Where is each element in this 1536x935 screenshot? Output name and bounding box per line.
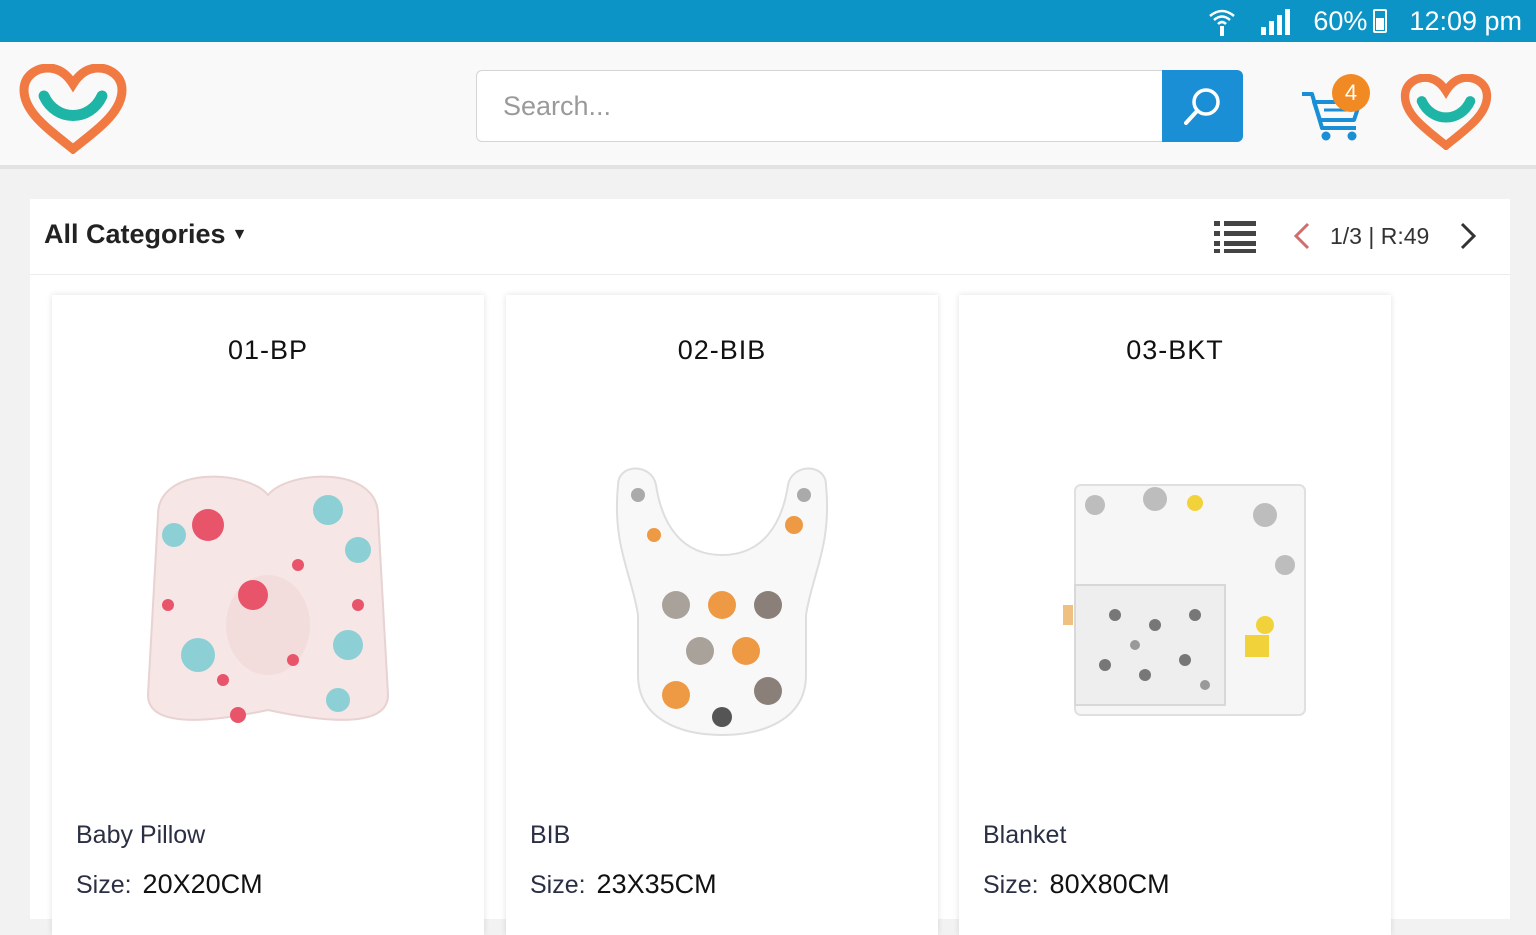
product-name: Blanket xyxy=(983,821,1067,849)
wifi-icon xyxy=(1207,6,1237,36)
size-label: Size: xyxy=(530,871,586,899)
cart-button[interactable]: 4 xyxy=(1300,72,1372,144)
product-card[interactable]: 02-BIB BIB Size: 23X35CM xyxy=(506,295,938,935)
size-value: 80X80CM xyxy=(1049,869,1170,899)
status-bar: 60% 12:09 pm xyxy=(0,0,1536,42)
battery-percent: 60% xyxy=(1313,5,1368,36)
search-button[interactable] xyxy=(1162,70,1243,142)
product-panel: All Categories ▼ 1/3 | R:49 01-BP Baby P… xyxy=(30,199,1510,935)
cart-count-badge: 4 xyxy=(1332,74,1370,112)
brand-logo-icon[interactable] xyxy=(18,63,128,159)
product-size: Size: 20X20CM xyxy=(76,869,263,900)
product-image-baby-pillow[interactable] xyxy=(128,455,408,745)
categories-label: All Categories xyxy=(44,219,226,249)
product-image-bib[interactable] xyxy=(582,455,862,745)
product-name: BIB xyxy=(530,821,571,849)
product-name: Baby Pillow xyxy=(76,821,206,849)
size-value: 23X35CM xyxy=(596,869,717,899)
product-image-blanket[interactable] xyxy=(1035,455,1315,745)
product-card[interactable]: 03-BKT Blanket Size: 80X80CM xyxy=(959,295,1391,935)
clock: 12:09 pm xyxy=(1409,5,1522,36)
list-view-icon xyxy=(1214,221,1256,253)
battery-icon xyxy=(1373,9,1388,33)
size-label: Size: xyxy=(983,871,1039,899)
product-size: Size: 23X35CM xyxy=(530,869,717,900)
previous-page-button[interactable] xyxy=(1290,221,1314,256)
product-code: 03-BKT xyxy=(1126,335,1224,365)
search-icon xyxy=(1183,88,1220,125)
size-value: 20X20CM xyxy=(142,869,263,899)
signal-icon xyxy=(1259,7,1291,35)
categories-dropdown[interactable]: All Categories ▼ xyxy=(44,219,247,250)
app-header: 4 xyxy=(0,42,1536,169)
battery-indicator: 60% xyxy=(1313,5,1388,37)
caret-down-icon: ▼ xyxy=(231,225,248,243)
product-size: Size: 80X80CM xyxy=(983,869,1170,900)
list-view-toggle[interactable] xyxy=(1214,219,1256,258)
size-label: Size: xyxy=(76,871,132,899)
next-page-button[interactable] xyxy=(1456,221,1480,256)
product-code: 02-BIB xyxy=(677,335,767,365)
pagination-info: 1/3 | R:49 xyxy=(1330,223,1430,249)
search-input[interactable] xyxy=(476,70,1162,142)
brand-logo-icon-secondary[interactable] xyxy=(1400,73,1492,155)
chevron-left-icon xyxy=(1293,222,1310,250)
product-code: 01-BP xyxy=(227,335,309,365)
product-card[interactable]: 01-BP Baby Pillow Size: 20X20CM xyxy=(52,295,484,935)
listing-toolbar: All Categories ▼ 1/3 | R:49 xyxy=(30,199,1510,275)
chevron-right-icon xyxy=(1460,222,1477,250)
